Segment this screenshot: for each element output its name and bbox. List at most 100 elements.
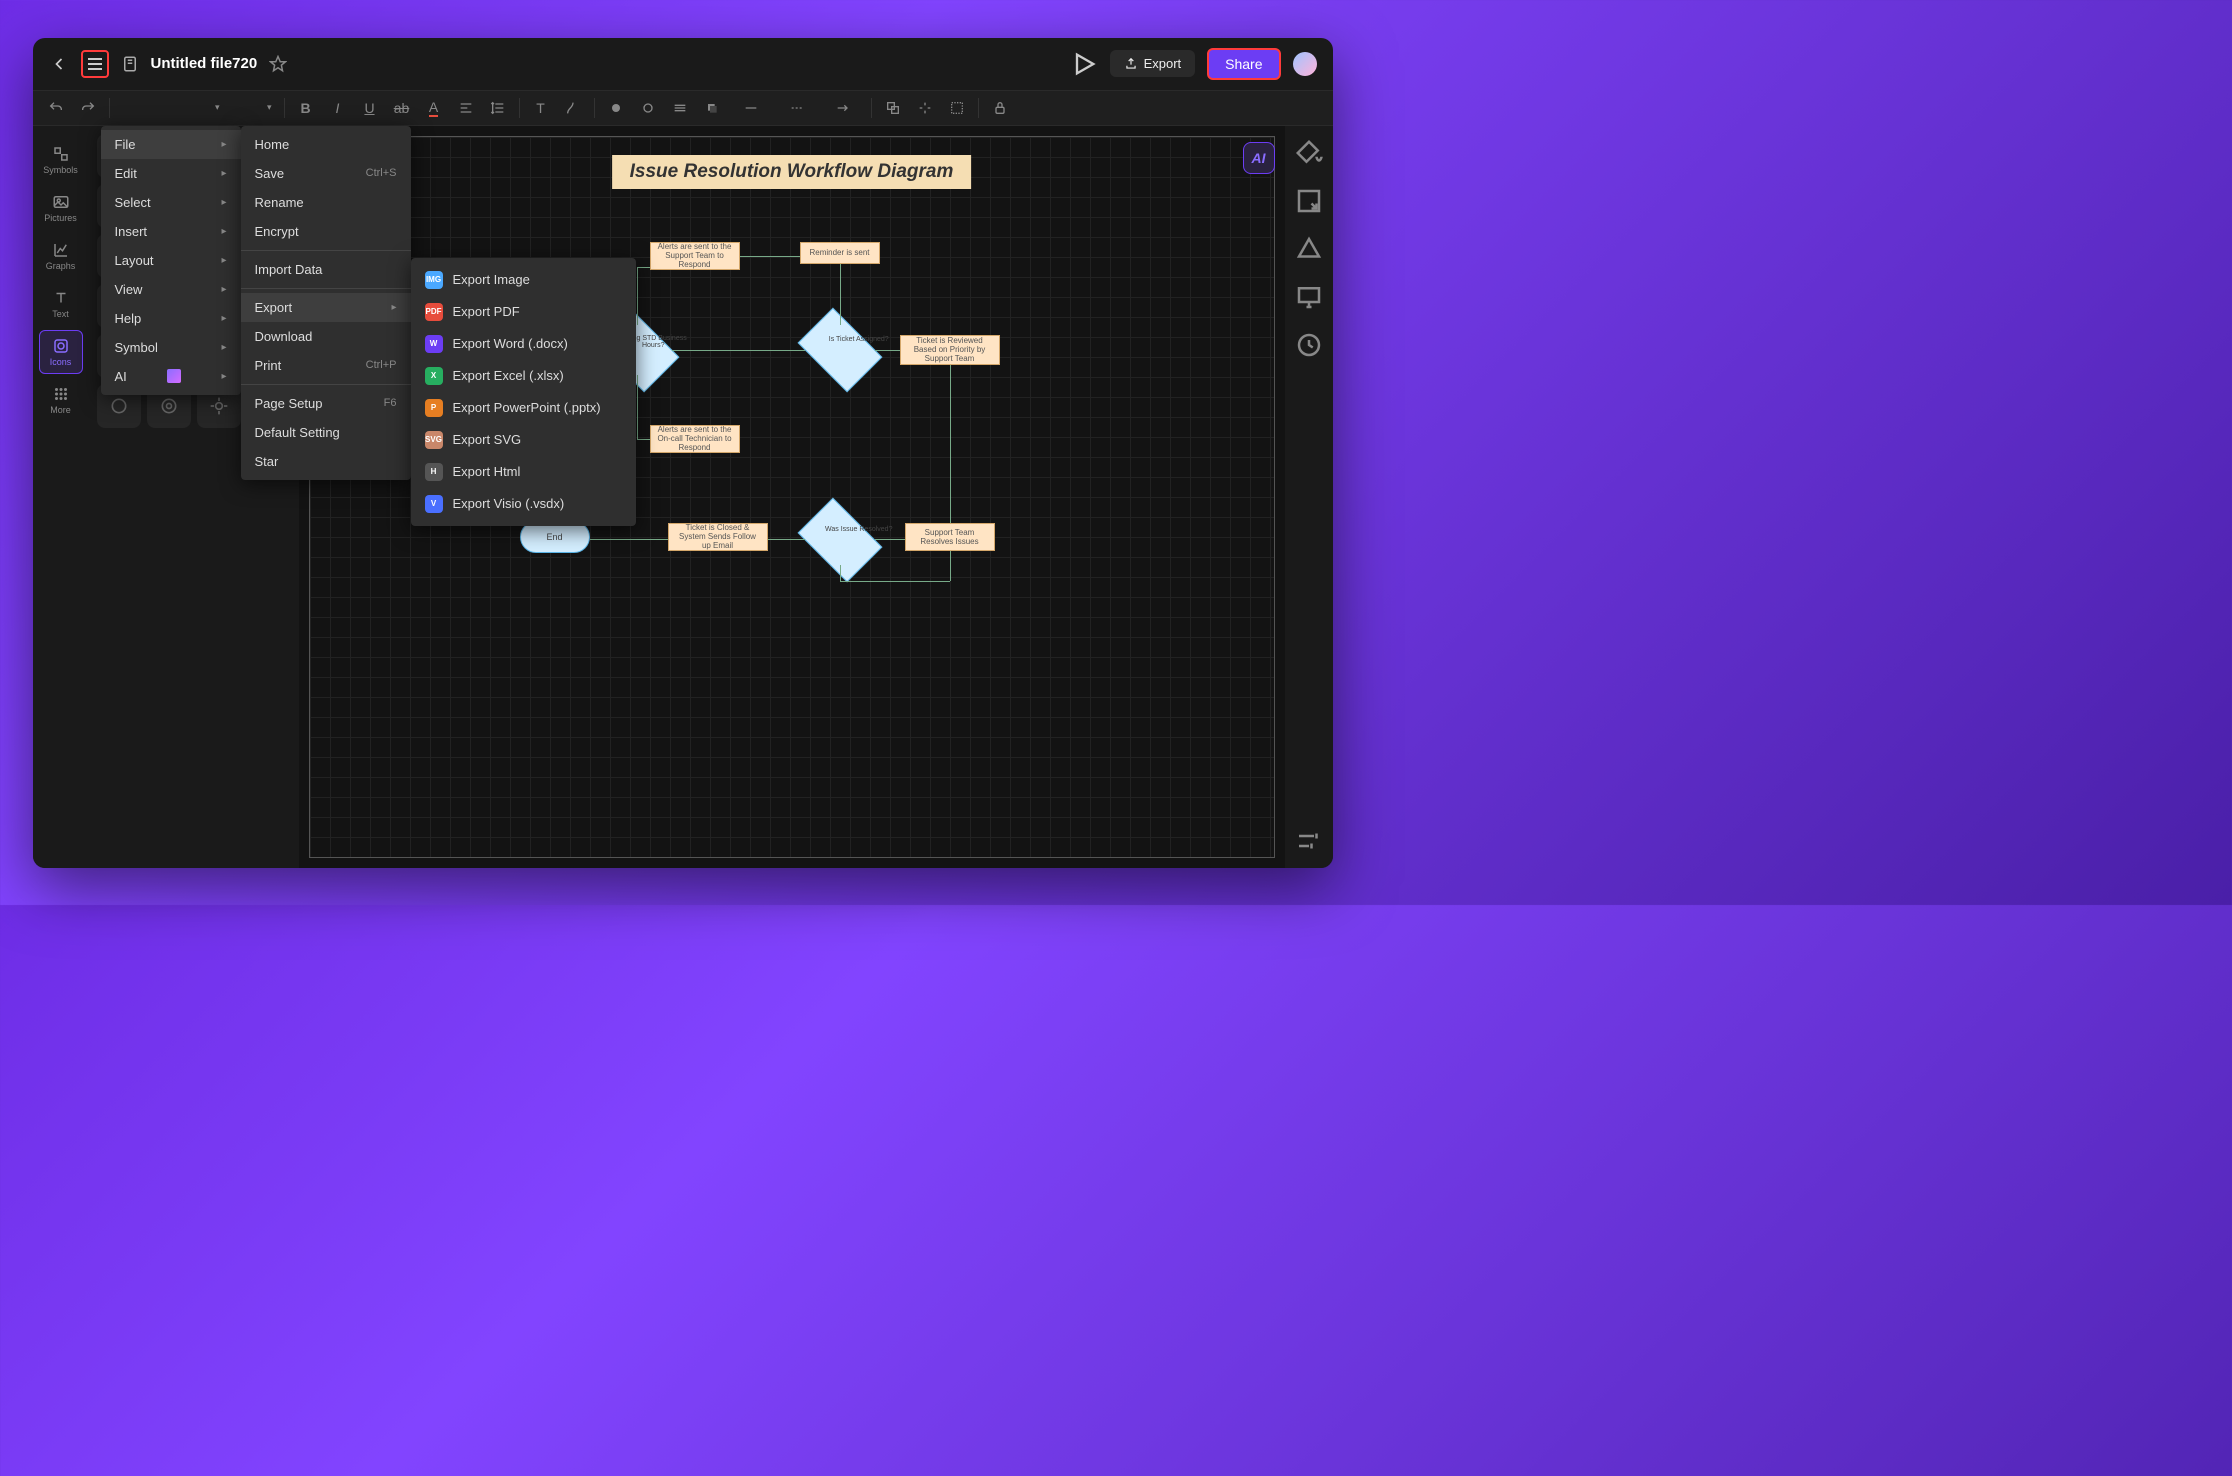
rail-text[interactable]: Text [39, 282, 83, 326]
shadow-button[interactable] [697, 94, 727, 122]
avatar[interactable] [1293, 52, 1317, 76]
export-item-export-excel-xlsx-[interactable]: XExport Excel (.xlsx) [411, 360, 636, 392]
right-rail [1285, 126, 1333, 868]
menu-item-page-setup[interactable]: Page SetupF6 [241, 389, 411, 418]
insert-tool[interactable] [1294, 186, 1324, 216]
hamburger-menu-button[interactable] [81, 50, 109, 78]
filename: Untitled file720 [151, 55, 258, 72]
menu-item-ai[interactable]: AI ▸ [101, 362, 241, 391]
ai-badge[interactable]: AI [1243, 142, 1275, 174]
export-item-export-pdf[interactable]: PDFExport PDF [411, 296, 636, 328]
dash-button[interactable] [775, 94, 819, 122]
main-menu: File▸Edit▸Select▸Insert▸Layout▸View▸Help… [101, 126, 241, 395]
spread-button[interactable] [910, 94, 940, 122]
rail-label: Pictures [44, 213, 77, 223]
export-format-icon: P [425, 399, 443, 417]
fill-button[interactable] [601, 94, 631, 122]
menu-item-print[interactable]: PrintCtrl+P [241, 351, 411, 380]
font-size[interactable]: ▾ [228, 94, 278, 122]
italic-button[interactable]: I [323, 94, 353, 122]
line-weight-button[interactable] [729, 94, 773, 122]
menu-item-edit[interactable]: Edit▸ [101, 159, 241, 188]
layer-button[interactable] [878, 94, 908, 122]
menu-item-view[interactable]: View▸ [101, 275, 241, 304]
text-color-button[interactable]: A [419, 94, 449, 122]
menu-item-layout[interactable]: Layout▸ [101, 246, 241, 275]
shape-tool[interactable] [1294, 234, 1324, 264]
menu-item-default-setting[interactable]: Default Setting [241, 418, 411, 447]
export-item-export-word-docx-[interactable]: WExport Word (.docx) [411, 328, 636, 360]
undo-button[interactable] [41, 94, 71, 122]
menu-item-download[interactable]: Download [241, 322, 411, 351]
history-tool[interactable] [1294, 330, 1324, 360]
group-button[interactable] [942, 94, 972, 122]
connector-button[interactable] [558, 94, 588, 122]
align-button[interactable] [451, 94, 481, 122]
menu-item-save[interactable]: SaveCtrl+S [241, 159, 411, 188]
diagram-title[interactable]: Issue Resolution Workflow Diagram [612, 155, 972, 189]
export-format-icon: X [425, 367, 443, 385]
rail-label: Text [52, 309, 69, 319]
rail-label: More [50, 405, 71, 415]
back-button[interactable] [49, 54, 69, 74]
export-item-export-visio-vsdx-[interactable]: VExport Visio (.vsdx) [411, 488, 636, 520]
export-format-icon: PDF [425, 303, 443, 321]
menu-item-encrypt[interactable]: Encrypt [241, 217, 411, 246]
export-format-icon: W [425, 335, 443, 353]
rail-graphs[interactable]: Graphs [39, 234, 83, 278]
flow-node[interactable]: Ticket is Closed & System Sends Follow u… [668, 523, 768, 551]
play-button[interactable] [1070, 50, 1098, 78]
arrow-style-button[interactable] [821, 94, 865, 122]
rail-label: Graphs [46, 261, 76, 271]
rail-label: Icons [50, 357, 72, 367]
flow-node[interactable]: Ticket is Reviewed Based on Priority by … [900, 335, 1000, 365]
share-button[interactable]: Share [1207, 48, 1280, 80]
export-item-export-image[interactable]: IMGExport Image [411, 264, 636, 296]
font-select[interactable]: ▾ [116, 94, 226, 122]
menu-item-rename[interactable]: Rename [241, 188, 411, 217]
flow-node[interactable]: Support Team Resolves Issues [905, 523, 995, 551]
stroke-button[interactable] [633, 94, 663, 122]
lock-button[interactable] [985, 94, 1015, 122]
menu-item-help[interactable]: Help▸ [101, 304, 241, 333]
export-format-icon: V [425, 495, 443, 513]
settings-tool[interactable] [1294, 826, 1324, 856]
menu-item-export[interactable]: Export▸ [241, 293, 411, 322]
menu-item-symbol[interactable]: Symbol▸ [101, 333, 241, 362]
document-icon [121, 55, 139, 73]
menu-item-insert[interactable]: Insert▸ [101, 217, 241, 246]
flow-node[interactable]: Alerts are sent to the On-call Technicia… [650, 425, 740, 453]
export-item-export-svg[interactable]: SVGExport SVG [411, 424, 636, 456]
strikethrough-button[interactable]: ab [387, 94, 417, 122]
export-format-icon: SVG [425, 431, 443, 449]
underline-button[interactable]: U [355, 94, 385, 122]
line-spacing-button[interactable] [483, 94, 513, 122]
menu-item-import-data[interactable]: Import Data [241, 255, 411, 284]
left-rail: Symbols Pictures Graphs Text Icons More [33, 126, 89, 868]
star-icon[interactable] [269, 55, 287, 73]
menu-item-star[interactable]: Star [241, 447, 411, 476]
line-style-button[interactable] [665, 94, 695, 122]
fill-tool[interactable] [1294, 138, 1324, 168]
export-submenu: IMGExport ImagePDFExport PDFWExport Word… [411, 258, 636, 526]
flow-node[interactable]: Alerts are sent to the Support Team to R… [650, 242, 740, 270]
menu-item-select[interactable]: Select▸ [101, 188, 241, 217]
export-button[interactable]: Export [1110, 50, 1196, 77]
rail-symbols[interactable]: Symbols [39, 138, 83, 182]
rail-pictures[interactable]: Pictures [39, 186, 83, 230]
bold-button[interactable]: B [291, 94, 321, 122]
text-tool-button[interactable]: T [526, 94, 556, 122]
menu-item-file[interactable]: File▸ [101, 130, 241, 159]
rail-more[interactable]: More [39, 378, 83, 422]
rail-icons[interactable]: Icons [39, 330, 83, 374]
export-item-export-powerpoint-pptx-[interactable]: PExport PowerPoint (.pptx) [411, 392, 636, 424]
present-tool[interactable] [1294, 282, 1324, 312]
format-toolbar: ▾ ▾ B I U ab A T [33, 90, 1333, 126]
flow-node[interactable]: Reminder is sent [800, 242, 880, 264]
export-format-icon: IMG [425, 271, 443, 289]
export-item-export-html[interactable]: HExport Html [411, 456, 636, 488]
export-label: Export [1144, 56, 1182, 71]
export-format-icon: H [425, 463, 443, 481]
redo-button[interactable] [73, 94, 103, 122]
menu-item-home[interactable]: Home [241, 130, 411, 159]
